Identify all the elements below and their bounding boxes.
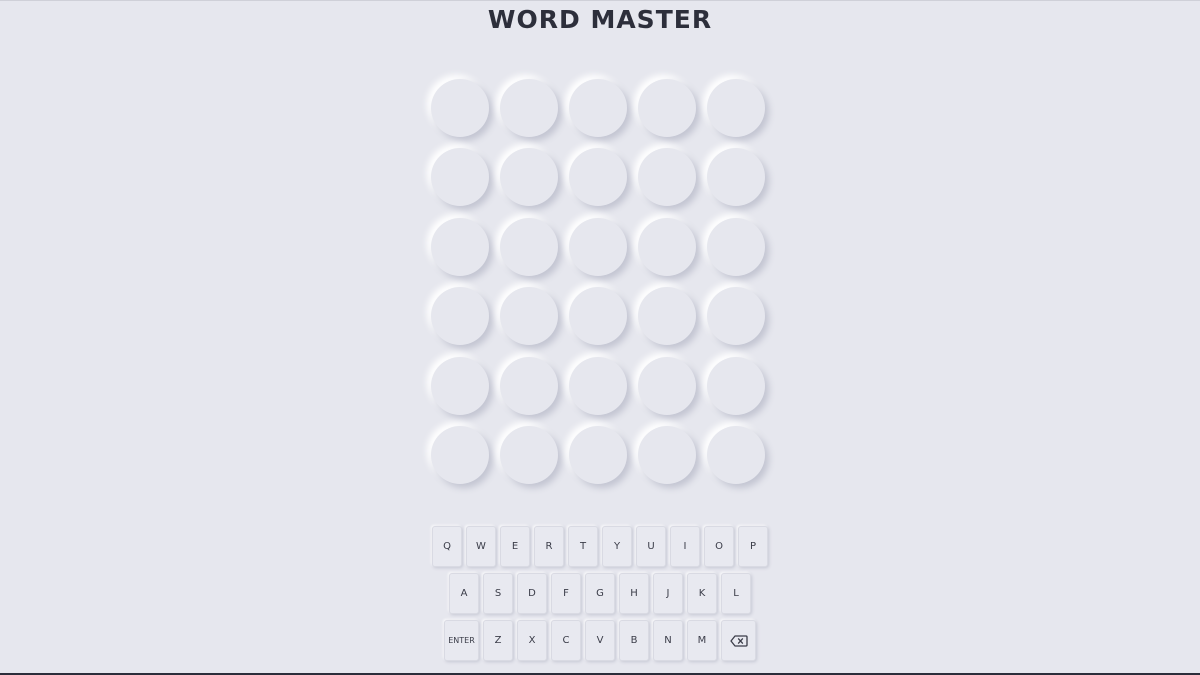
key-u[interactable]: U [636,526,666,567]
letter-tile [707,425,765,484]
game-title: WORD MASTER [487,5,713,34]
key-w[interactable]: W [466,526,496,567]
key-d[interactable]: D [517,573,547,614]
key-s[interactable]: S [483,573,513,614]
keyboard-row-2: ASDFGHJKL [0,573,1200,614]
letter-tile [431,425,489,484]
letter-tile [569,287,627,346]
game-page: WORD MASTER QWERTYUIOP ASDFGHJKL ENTER Z… [0,0,1200,675]
key-m[interactable]: M [687,620,717,661]
letter-tile [431,287,489,346]
letter-tile [431,217,489,276]
on-screen-keyboard: QWERTYUIOP ASDFGHJKL ENTER ZXCVBNM [0,526,1200,667]
guess-board [431,79,771,486]
letter-tile [638,356,696,415]
key-l[interactable]: L [721,573,751,614]
letter-tile [500,287,558,346]
letter-tile [569,356,627,415]
letter-tile [638,148,696,207]
letter-tile [638,79,696,137]
key-c[interactable]: C [551,620,581,661]
letter-tile [707,217,765,276]
key-y[interactable]: Y [602,526,632,567]
letter-tile [638,217,696,276]
key-t[interactable]: T [568,526,598,567]
letter-tile [431,148,489,207]
key-f[interactable]: F [551,573,581,614]
key-p[interactable]: P [738,526,768,567]
letter-tile [500,425,558,484]
letter-tile [638,425,696,484]
letter-tile [707,287,765,346]
enter-key[interactable]: ENTER [444,620,479,661]
key-e[interactable]: E [500,526,530,567]
key-o[interactable]: O [704,526,734,567]
backspace-key[interactable] [721,620,756,661]
key-z[interactable]: Z [483,620,513,661]
letter-tile [569,79,627,137]
letter-tile [638,287,696,346]
letter-tile [569,148,627,207]
letter-tile [500,79,558,137]
key-n[interactable]: N [653,620,683,661]
key-h[interactable]: H [619,573,649,614]
letter-tile [431,356,489,415]
letter-tile [500,356,558,415]
letter-tile [707,79,765,137]
key-r[interactable]: R [534,526,564,567]
key-x[interactable]: X [517,620,547,661]
key-j[interactable]: J [653,573,683,614]
letter-tile [500,148,558,207]
backspace-icon [729,634,748,647]
keyboard-row-3: ENTER ZXCVBNM [0,620,1200,661]
letter-tile [707,356,765,415]
key-i[interactable]: I [670,526,700,567]
letter-tile [569,217,627,276]
key-k[interactable]: K [687,573,717,614]
keyboard-row-1: QWERTYUIOP [0,526,1200,567]
letter-tile [707,148,765,207]
letter-tile [431,79,489,137]
letter-tile [569,425,627,484]
key-q[interactable]: Q [432,526,462,567]
key-a[interactable]: A [449,573,479,614]
key-b[interactable]: B [619,620,649,661]
key-v[interactable]: V [585,620,615,661]
letter-tile [500,217,558,276]
key-g[interactable]: G [585,573,615,614]
